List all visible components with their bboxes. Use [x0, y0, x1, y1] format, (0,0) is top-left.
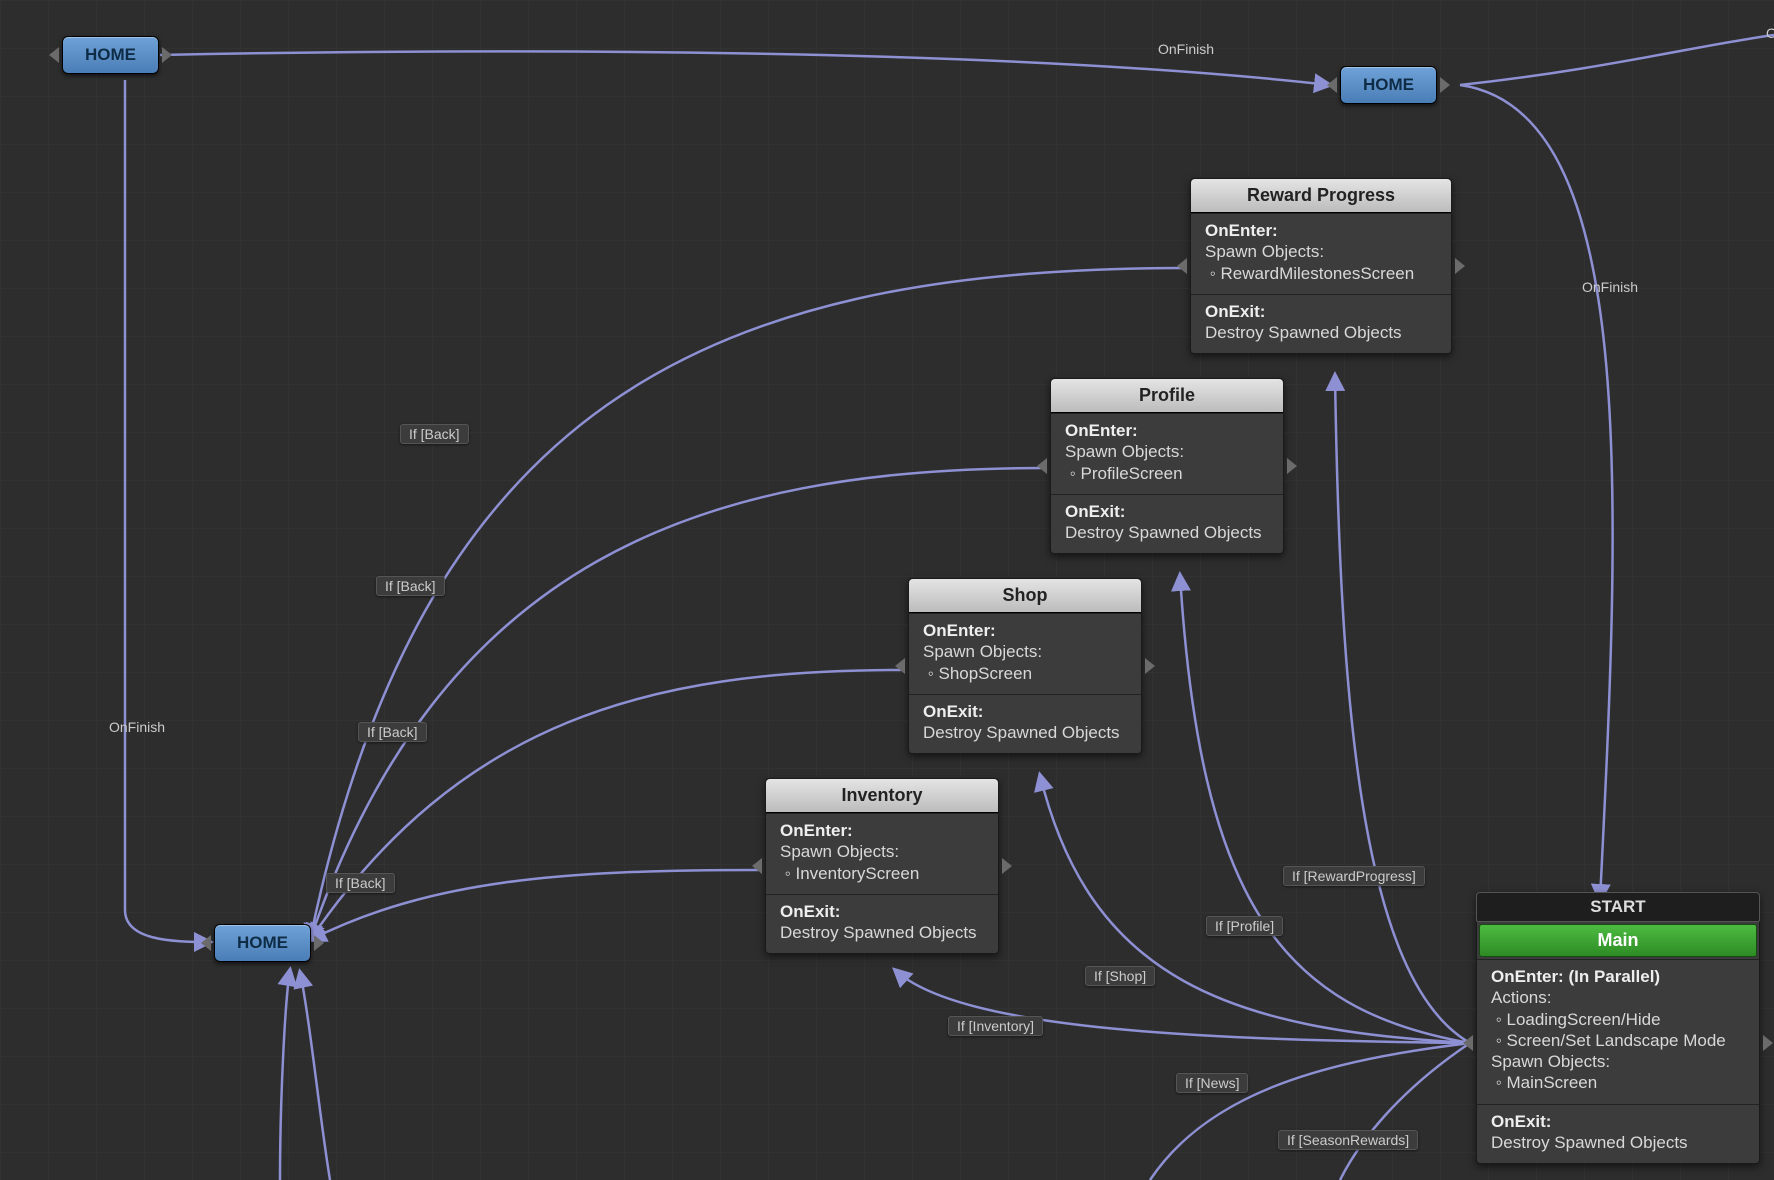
onexit-label: OnExit: — [780, 901, 984, 922]
edge-label-if-seasonrewards: If [SeasonRewards] — [1278, 1130, 1418, 1150]
chevron-right-icon — [314, 935, 324, 951]
onenter-label: OnEnter: (In Parallel) — [1491, 966, 1745, 987]
spawn-label: Spawn Objects: — [780, 841, 984, 862]
state-node-reward-progress[interactable]: Reward Progress OnEnter: Spawn Objects: … — [1190, 178, 1452, 354]
spawn-label: Spawn Objects: — [1065, 441, 1269, 462]
chevron-left-icon — [1177, 258, 1187, 274]
node-title: Shop — [909, 579, 1141, 613]
chevron-left-icon — [1327, 77, 1337, 93]
node-title: Inventory — [766, 779, 998, 813]
action-item: Screen/Set Landscape Mode — [1506, 1031, 1725, 1050]
node-title: Profile — [1051, 379, 1283, 413]
onexit-label: OnExit: — [1491, 1111, 1745, 1132]
chevron-left-icon — [752, 858, 762, 874]
chevron-right-icon — [1440, 77, 1450, 93]
onenter-label: OnEnter: — [780, 820, 984, 841]
spawn-item: ShopScreen — [938, 664, 1032, 683]
main-label: Main — [1479, 924, 1757, 957]
chevron-right-icon — [1763, 1035, 1773, 1051]
spawn-item: MainScreen — [1506, 1073, 1597, 1092]
chevron-right-icon — [1145, 658, 1155, 674]
home-node-top-right[interactable]: HOME — [1340, 66, 1437, 104]
node-title: Reward Progress — [1191, 179, 1451, 213]
chevron-left-icon — [49, 47, 59, 63]
edge-label-if-back: If [Back] — [358, 722, 427, 742]
home-label: HOME — [85, 45, 136, 64]
spawn-item: ProfileScreen — [1080, 464, 1182, 483]
destroy-label: Destroy Spawned Objects — [923, 722, 1127, 743]
chevron-left-icon — [1037, 458, 1047, 474]
edge-label-onfinish: OnFinish — [1574, 278, 1646, 296]
chevron-left-icon — [201, 935, 211, 951]
edge-label-if-profile: If [Profile] — [1206, 916, 1283, 936]
edge-label-on-partial: On — [1758, 24, 1774, 42]
action-item: LoadingScreen/Hide — [1506, 1010, 1660, 1029]
home-label: HOME — [1363, 75, 1414, 94]
edge-label-if-back: If [Back] — [400, 424, 469, 444]
spawn-item: RewardMilestonesScreen — [1220, 264, 1414, 283]
spawn-item: InventoryScreen — [795, 864, 919, 883]
edge-label-onfinish: OnFinish — [101, 718, 173, 736]
graph-canvas[interactable]: HOME HOME HOME Reward Progress OnEnter: … — [0, 0, 1774, 1180]
edge-label-onfinish: OnFinish — [1150, 40, 1222, 58]
onenter-label: OnEnter: — [923, 620, 1127, 641]
destroy-label: Destroy Spawned Objects — [1205, 322, 1437, 343]
onexit-label: OnExit: — [923, 701, 1127, 722]
onexit-label: OnExit: — [1205, 301, 1437, 322]
state-node-profile[interactable]: Profile OnEnter: Spawn Objects: ◦ Profil… — [1050, 378, 1284, 554]
edge-label-if-back: If [Back] — [376, 576, 445, 596]
chevron-right-icon — [162, 47, 172, 63]
onenter-label: OnEnter: — [1205, 220, 1437, 241]
chevron-right-icon — [1002, 858, 1012, 874]
actions-label: Actions: — [1491, 987, 1745, 1008]
state-node-main[interactable]: START Main OnEnter: (In Parallel) Action… — [1476, 892, 1760, 1164]
state-node-inventory[interactable]: Inventory OnEnter: Spawn Objects: ◦ Inve… — [765, 778, 999, 954]
chevron-right-icon — [1287, 458, 1297, 474]
start-label: START — [1476, 892, 1760, 922]
home-label: HOME — [237, 933, 288, 952]
destroy-label: Destroy Spawned Objects — [1065, 522, 1269, 543]
onenter-label: OnEnter: — [1065, 420, 1269, 441]
edge-label-if-inventory: If [Inventory] — [948, 1016, 1043, 1036]
edge-label-if-rewardprogress: If [RewardProgress] — [1283, 866, 1425, 886]
chevron-right-icon — [1455, 258, 1465, 274]
spawn-label: Spawn Objects: — [1205, 241, 1437, 262]
onexit-label: OnExit: — [1065, 501, 1269, 522]
spawn-label: Spawn Objects: — [923, 641, 1127, 662]
home-node-bottom-left[interactable]: HOME — [214, 924, 311, 962]
edge-label-if-shop: If [Shop] — [1085, 966, 1155, 986]
destroy-label: Destroy Spawned Objects — [780, 922, 984, 943]
state-node-shop[interactable]: Shop OnEnter: Spawn Objects: ◦ ShopScree… — [908, 578, 1142, 754]
destroy-label: Destroy Spawned Objects — [1491, 1132, 1745, 1153]
home-node-top-left[interactable]: HOME — [62, 36, 159, 74]
chevron-left-icon — [1463, 1035, 1473, 1051]
edge-label-if-news: If [News] — [1176, 1073, 1248, 1093]
spawn-label: Spawn Objects: — [1491, 1051, 1745, 1072]
chevron-left-icon — [895, 658, 905, 674]
edge-label-if-back: If [Back] — [326, 873, 395, 893]
